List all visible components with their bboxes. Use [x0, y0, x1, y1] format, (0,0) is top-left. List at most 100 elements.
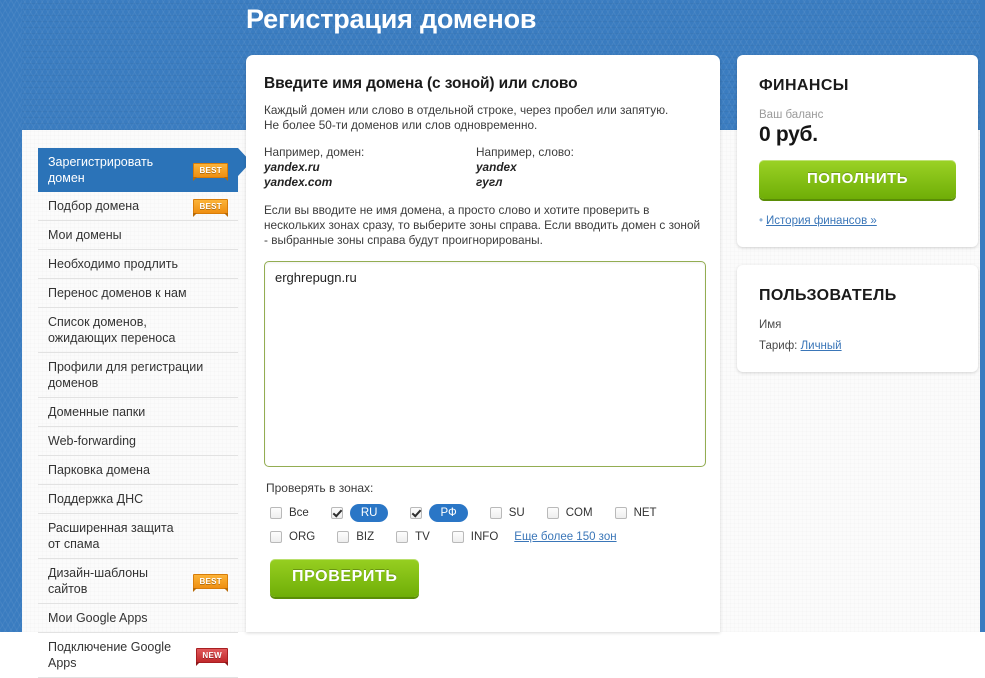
- zone-name-label: Все: [289, 507, 309, 519]
- zone-name-label: INFO: [470, 531, 499, 543]
- zone-checkbox-все[interactable]: [270, 507, 282, 519]
- panel-description: Каждый домен или слово в отдельной строк…: [264, 103, 702, 133]
- example-word-1: yandex: [476, 160, 517, 174]
- example-domain-column: Например, домен: yandex.ru yandex.com: [264, 145, 476, 190]
- balance-label: Ваш баланс: [759, 109, 824, 121]
- page-root: Регистрация доменов Зарегистрировать дом…: [0, 0, 985, 678]
- sidebar-item-10[interactable]: Поддержка ДНС: [38, 485, 238, 514]
- example-domain-2: yandex.com: [264, 175, 333, 189]
- zone-option-info[interactable]: INFO: [451, 531, 499, 543]
- zones-row-primary: Все RU РФ SU COM NET: [264, 504, 702, 522]
- user-card: ПОЛЬЗОВАТЕЛЬ Имя Тариф: Личный: [737, 265, 978, 372]
- sidebar-item-1[interactable]: Подбор домена BEST: [38, 192, 238, 221]
- sidebar-item-2[interactable]: Мои домены: [38, 221, 238, 250]
- best-badge-icon: BEST: [193, 198, 228, 217]
- zone-name-label: РФ: [429, 504, 468, 522]
- zone-option-com[interactable]: COM: [546, 507, 593, 519]
- sidebar-item-label: Зарегистрировать домен: [48, 155, 154, 185]
- sidebar-nav: Зарегистрировать домен BEST Подбор домена B…: [38, 148, 251, 678]
- new-badge-icon: NEW: [196, 647, 228, 666]
- zone-name-label: BIZ: [356, 531, 375, 543]
- user-tariff-label: Тариф:: [759, 340, 798, 352]
- finance-card-title: ФИНАНСЫ: [759, 77, 849, 94]
- right-blue-rail: [980, 0, 985, 632]
- sidebar-item-6[interactable]: Профили для регистрации доменов: [38, 353, 238, 398]
- sidebar-item-14[interactable]: Подключение Google Apps NEW: [38, 633, 238, 678]
- sidebar-item-label: Поддержка ДНС: [48, 492, 144, 506]
- zone-name-label: SU: [508, 507, 525, 519]
- zone-option-su[interactable]: SU: [489, 507, 525, 519]
- panel-note: Если вы вводите не имя домена, а просто …: [264, 203, 701, 247]
- finance-card: ФИНАНСЫ Ваш баланс 0 руб. ПОПОЛНИТЬ • Ист…: [737, 55, 978, 247]
- user-tariff-link[interactable]: Личный: [801, 340, 842, 352]
- zone-option-рф[interactable]: РФ: [410, 504, 468, 522]
- sidebar-item-12[interactable]: Дизайн-шаблоны сайтов BEST: [38, 559, 238, 604]
- zone-checkbox-com[interactable]: [546, 507, 559, 519]
- domain-input-textarea[interactable]: [264, 261, 706, 467]
- sidebar-item-7[interactable]: Доменные папки: [38, 398, 238, 427]
- sidebar-item-label: Мои Google Apps: [48, 611, 148, 625]
- zone-name-label: RU: [349, 504, 389, 522]
- zone-name-label: ORG: [289, 531, 316, 543]
- zones-label: Проверять в зонах:: [266, 481, 374, 495]
- right-sidebar: ФИНАНСЫ Ваш баланс 0 руб. ПОПОЛНИТЬ • Ист…: [737, 55, 978, 390]
- example-word-column: Например, слово: yandex гугл: [476, 145, 688, 190]
- zone-option-ru[interactable]: RU: [330, 504, 389, 522]
- sidebar-item-label: Дизайн-шаблоны сайтов: [48, 566, 149, 596]
- best-badge-icon: BEST: [193, 573, 228, 592]
- zone-checkbox-su[interactable]: [489, 507, 502, 519]
- sidebar-item-13[interactable]: Мои Google Apps: [38, 604, 238, 633]
- topup-button[interactable]: ПОПОЛНИТЬ: [759, 160, 956, 199]
- zone-name-label: NET: [633, 507, 657, 519]
- sidebar-item-label: Парковка домена: [48, 463, 150, 477]
- sidebar-item-label: Необходимо продлить: [48, 257, 178, 271]
- zone-option-biz[interactable]: BIZ: [337, 531, 374, 543]
- zone-option-все[interactable]: Все: [270, 507, 309, 519]
- user-card-title: ПОЛЬЗОВАТЕЛЬ: [759, 287, 897, 304]
- sidebar-item-3[interactable]: Необходимо продлить: [38, 250, 238, 279]
- zone-checkbox-рф[interactable]: [410, 507, 423, 519]
- sidebar-item-label: Расширенная защита от спама: [48, 521, 174, 551]
- sidebar-item-label: Подбор домена: [48, 199, 140, 213]
- sidebar-item-8[interactable]: Web-forwarding: [38, 427, 238, 456]
- sidebar-item-4[interactable]: Перенос доменов к нам: [38, 279, 238, 308]
- more-zones-link[interactable]: Еще более 150 зон: [514, 531, 616, 543]
- zone-checkbox-info[interactable]: [451, 531, 464, 543]
- zone-option-net[interactable]: NET: [614, 507, 657, 519]
- domain-registration-panel: Введите имя домена (с зоной) или слово К…: [246, 55, 720, 632]
- bullet-icon: •: [759, 215, 764, 227]
- balance-value: 0 руб.: [759, 123, 818, 146]
- sidebar-item-label: Подключение Google Apps: [48, 640, 172, 670]
- zone-checkbox-tv[interactable]: [396, 531, 409, 543]
- example-word-label: Например, слово:: [476, 145, 574, 159]
- zone-name-label: COM: [565, 507, 593, 519]
- zone-option-org[interactable]: ORG: [270, 531, 315, 543]
- zone-checkbox-ru[interactable]: [330, 507, 343, 519]
- sidebar-item-label: Web-forwarding: [48, 434, 137, 448]
- zone-name-label: TV: [415, 531, 430, 543]
- best-badge-icon: BEST: [193, 162, 228, 181]
- sidebar-item-label: Список доменов, ожидающих переноса: [48, 315, 176, 345]
- check-button[interactable]: ПРОВЕРИТЬ: [270, 559, 420, 597]
- finance-history-link[interactable]: История финансов »: [766, 215, 877, 227]
- sidebar-item-0[interactable]: Зарегистрировать домен BEST: [38, 148, 251, 192]
- zone-checkbox-net[interactable]: [614, 507, 627, 519]
- sidebar-item-11[interactable]: Расширенная защита от спама: [38, 514, 238, 559]
- page-title: Регистрация доменов: [246, 4, 537, 34]
- sidebar-item-5[interactable]: Список доменов, ожидающих переноса: [38, 308, 238, 353]
- sidebar-item-label: Перенос доменов к нам: [48, 286, 187, 300]
- sidebar-item-label: Доменные папки: [48, 405, 146, 419]
- finance-history-row: • История финансов »: [759, 215, 956, 227]
- zone-checkbox-biz[interactable]: [337, 531, 350, 543]
- sidebar-item-label: Мои домены: [48, 228, 122, 242]
- sidebar-item-label: Профили для регистрации доменов: [48, 360, 204, 390]
- user-name-label: Имя: [759, 319, 782, 331]
- panel-title: Введите имя домена (с зоной) или слово: [264, 75, 578, 92]
- left-blue-rail: [0, 0, 22, 632]
- user-tariff-row: Тариф: Личный: [759, 340, 956, 352]
- example-domain-label: Например, домен:: [264, 145, 365, 159]
- example-word-2: гугл: [476, 175, 503, 189]
- zone-checkbox-org[interactable]: [270, 531, 282, 543]
- sidebar-item-9[interactable]: Парковка домена: [38, 456, 238, 485]
- zone-option-tv[interactable]: TV: [396, 531, 430, 543]
